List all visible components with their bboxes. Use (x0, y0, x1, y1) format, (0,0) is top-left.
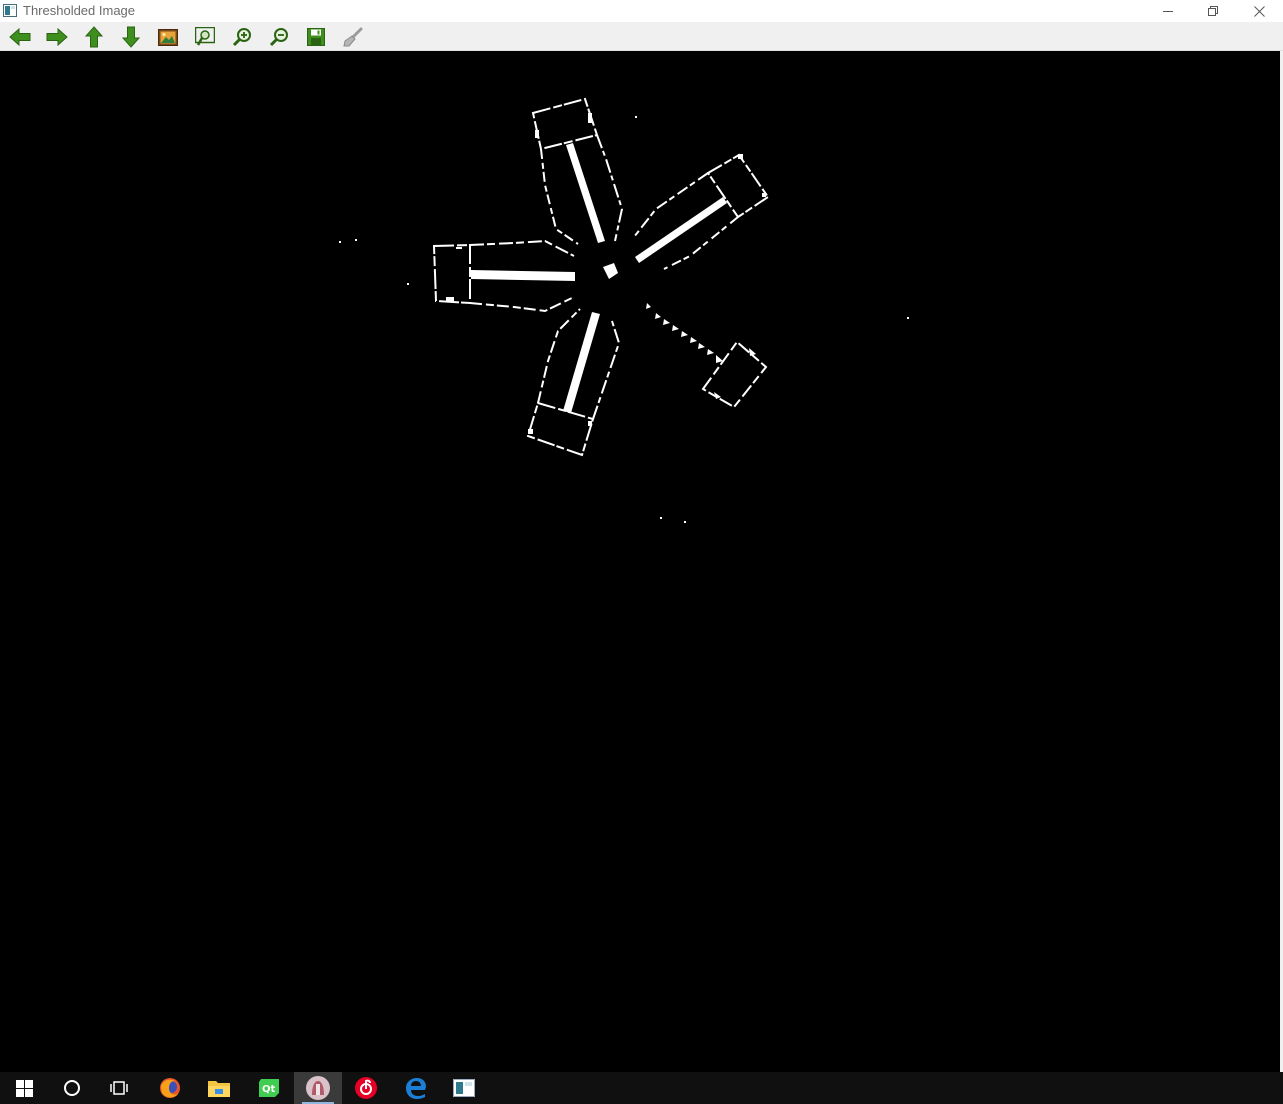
close-button[interactable] (1236, 0, 1282, 22)
edge-button[interactable] (392, 1072, 440, 1104)
task-view-button[interactable] (96, 1072, 144, 1104)
zoom-fit-icon (195, 27, 215, 47)
title-bar[interactable]: Thresholded Image (0, 0, 1283, 22)
pan-up-button[interactable] (82, 25, 106, 49)
thresholded-image (339, 97, 909, 523)
netease-music-button[interactable] (342, 1072, 390, 1104)
pan-left-button[interactable] (8, 25, 32, 49)
zoom-out-button[interactable] (267, 25, 291, 49)
minimize-button[interactable] (1145, 0, 1191, 22)
image-canvas[interactable] (0, 51, 1280, 1072)
qt-creator-button[interactable]: Qt (245, 1072, 293, 1104)
paint-icon (305, 1075, 331, 1101)
opencv-window-button[interactable] (440, 1072, 488, 1104)
window-app-icon (453, 1079, 475, 1097)
qt-icon: Qt (258, 1078, 280, 1098)
folder-icon (207, 1078, 231, 1098)
paint-button[interactable] (294, 1072, 342, 1104)
task-view-icon (110, 1079, 130, 1097)
toolbar (0, 22, 1283, 51)
zoom-out-icon (269, 27, 289, 47)
zoom-in-icon (232, 27, 252, 47)
file-explorer-button[interactable] (195, 1072, 243, 1104)
close-icon (1253, 5, 1265, 17)
arrow-left-icon (9, 27, 31, 47)
save-icon (307, 28, 325, 46)
app-window: Thresholded Image (0, 0, 1283, 1072)
thresholded-fills (339, 113, 909, 523)
search-button[interactable] (48, 1072, 96, 1104)
properties-button[interactable] (341, 25, 365, 49)
save-button[interactable] (304, 25, 328, 49)
arrow-down-icon (121, 26, 141, 48)
zoom-original-button[interactable] (156, 25, 180, 49)
firefox-button[interactable] (146, 1072, 194, 1104)
window-title: Thresholded Image (23, 3, 136, 18)
netease-music-icon (354, 1076, 378, 1100)
edge-icon (405, 1077, 427, 1099)
firefox-icon (158, 1076, 182, 1100)
cortana-circle-icon (63, 1079, 81, 1097)
minimize-icon (1163, 6, 1173, 16)
zoom-fit-button[interactable] (193, 25, 217, 49)
pan-down-button[interactable] (119, 25, 143, 49)
pan-right-button[interactable] (45, 25, 69, 49)
restore-button[interactable] (1190, 0, 1236, 22)
start-button[interactable] (0, 1072, 48, 1104)
arrow-right-icon (46, 27, 68, 47)
windows-logo-icon (15, 1079, 33, 1097)
taskbar: Qt (0, 1072, 1283, 1104)
app-window-icon (3, 4, 17, 17)
arrow-up-icon (84, 26, 104, 48)
brush-icon (343, 27, 363, 47)
restore-icon (1208, 6, 1218, 16)
image-icon (158, 28, 178, 46)
svg-text:Qt: Qt (262, 1084, 276, 1095)
zoom-in-button[interactable] (230, 25, 254, 49)
